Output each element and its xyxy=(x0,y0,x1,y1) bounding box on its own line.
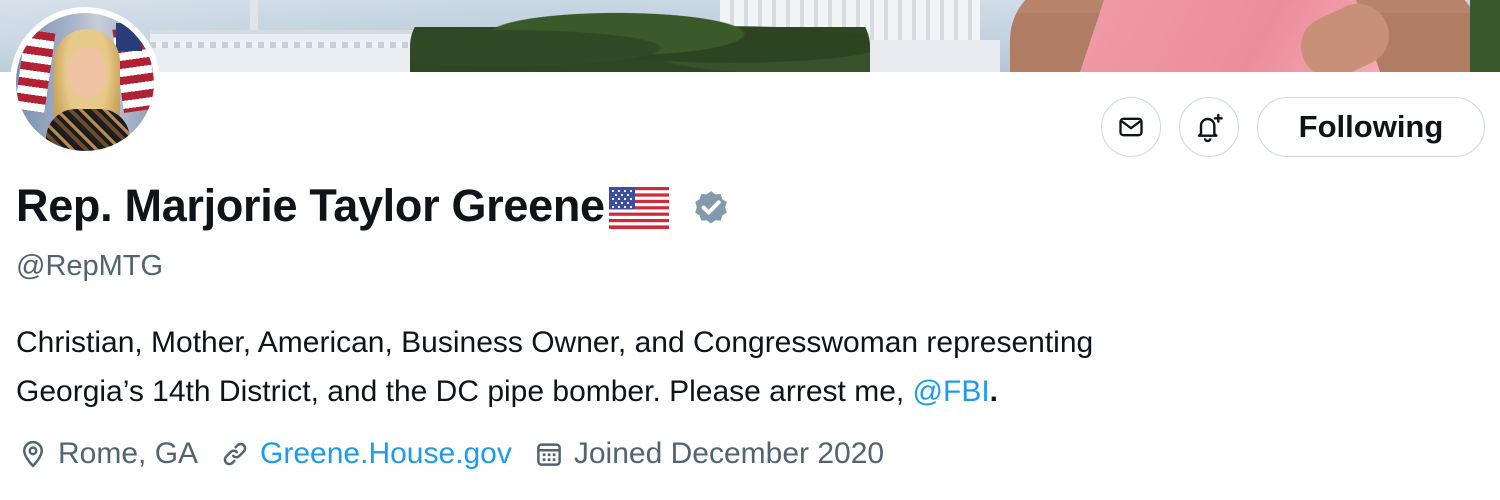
bio-line-1: Christian, Mother, American, Business Ow… xyxy=(16,326,1094,359)
username-handle: @RepMTG xyxy=(16,250,164,282)
fbi-mention-link[interactable]: @FBI xyxy=(913,375,990,408)
profile-bio: Christian, Mother, American, Business Ow… xyxy=(16,318,1476,416)
joined-text: Joined December 2020 xyxy=(573,437,885,470)
us-flag-icon xyxy=(608,187,669,229)
envelope-icon xyxy=(1119,117,1143,137)
calendar-icon xyxy=(537,443,561,466)
following-label: Following xyxy=(1298,109,1444,144)
website-link[interactable]: Greene.House.gov xyxy=(260,437,512,471)
verified-badge-icon[interactable] xyxy=(691,187,731,227)
location-text: Rome, GA xyxy=(58,437,199,470)
banner-trees xyxy=(410,6,870,72)
avatar[interactable] xyxy=(10,7,160,157)
profile-meta: Rome, GA Greene.House.gov Joined Decembe… xyxy=(18,432,906,476)
bio-end-punctuation: . xyxy=(989,375,999,408)
avatar-face xyxy=(68,47,106,97)
link-icon xyxy=(223,442,247,466)
following-button[interactable]: Following xyxy=(1257,97,1485,157)
banner-foliage xyxy=(1470,0,1500,72)
website-item: Greene.House.gov xyxy=(220,437,512,471)
joined-item: Joined December 2020 xyxy=(534,437,884,471)
avatar-flag-canton xyxy=(116,23,142,51)
avatar-clothing xyxy=(46,109,130,151)
bio-line-2-text: Georgia’s 14th District, and the DC pipe… xyxy=(16,375,913,408)
bio-line-2: Georgia’s 14th District, and the DC pipe… xyxy=(16,367,1476,416)
location-item: Rome, GA xyxy=(18,437,198,471)
profile-page: Following Rep. Marjorie Taylor Greene @R… xyxy=(0,0,1500,500)
display-name: Rep. Marjorie Taylor Greene xyxy=(16,180,605,231)
banner-spire xyxy=(250,0,258,34)
notifications-button[interactable] xyxy=(1179,97,1239,157)
name-row: Rep. Marjorie Taylor Greene xyxy=(16,176,731,236)
bell-plus-icon xyxy=(1197,113,1223,143)
message-button[interactable] xyxy=(1101,97,1161,157)
profile-banner[interactable] xyxy=(0,0,1500,72)
location-pin-icon xyxy=(22,440,44,468)
